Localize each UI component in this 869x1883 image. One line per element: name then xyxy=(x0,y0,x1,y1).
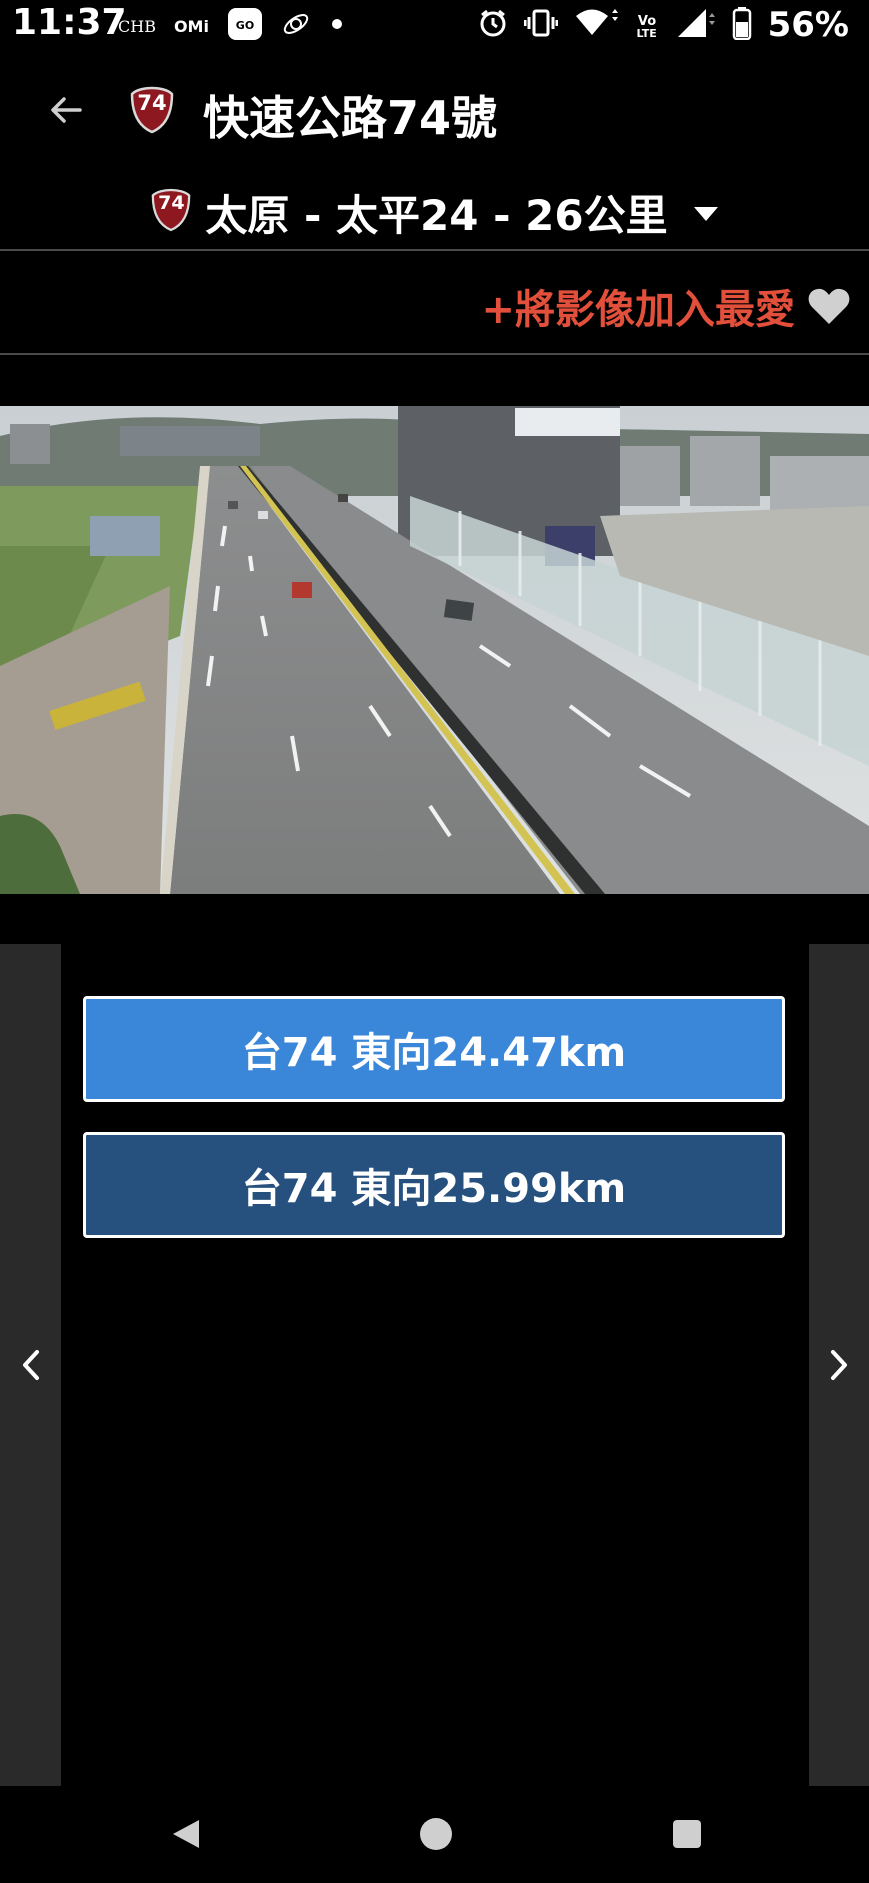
carrier-label-chb: CHB xyxy=(118,16,156,36)
status-bar: 11:37 CHB OMi GO Vo LTE 56% xyxy=(0,0,869,50)
route-shield-icon: 74 xyxy=(151,188,191,236)
section-selector-dropdown[interactable]: 74 太原 - 太平24 - 26公里 xyxy=(0,176,869,248)
volte-icon: Vo LTE xyxy=(634,12,660,39)
triangle-back-icon xyxy=(173,1820,199,1848)
add-favorite-button[interactable]: +將影像加入最愛 xyxy=(481,276,851,336)
chevron-left-icon xyxy=(22,1350,39,1380)
divider xyxy=(0,249,869,251)
camera-button[interactable]: 台74 東向25.99km xyxy=(83,1132,785,1238)
app-bar: 74 快速公路74號 xyxy=(0,60,869,160)
system-icons: Vo LTE 56% xyxy=(478,4,849,46)
page-title: 快速公路74號 xyxy=(203,91,498,145)
arrow-left-icon xyxy=(51,97,82,123)
divider xyxy=(0,353,869,355)
signal-icon xyxy=(676,7,716,43)
alarm-icon xyxy=(478,8,508,42)
back-button[interactable] xyxy=(38,82,94,138)
camera-list: 台74 東向24.47km 台74 東向25.99km xyxy=(83,996,785,1268)
status-time: 11:37 xyxy=(12,2,127,43)
caret-down-icon xyxy=(693,207,718,221)
route-badge-number: 74 xyxy=(137,91,167,115)
wifi-icon xyxy=(574,7,618,43)
traffic-camera-image xyxy=(0,406,869,894)
chevron-right-icon xyxy=(831,1350,847,1380)
notification-icons: CHB OMi GO xyxy=(118,8,345,44)
heart-icon xyxy=(808,288,850,324)
satellite-icon xyxy=(281,9,311,43)
system-home-button[interactable] xyxy=(414,1812,458,1856)
vibrate-icon xyxy=(523,8,559,42)
previous-button[interactable] xyxy=(0,944,61,1786)
system-back-button[interactable] xyxy=(164,1812,208,1856)
next-button[interactable] xyxy=(809,944,869,1786)
section-label: 太原 - 太平24 - 26公里 xyxy=(205,190,668,240)
system-navigation-bar xyxy=(0,1786,869,1883)
system-recents-button[interactable] xyxy=(665,1812,709,1856)
svg-text:GO: GO xyxy=(236,19,254,32)
svg-text:Vo: Vo xyxy=(637,14,655,28)
battery-icon xyxy=(732,6,752,44)
add-favorite-label: +將影像加入最愛 xyxy=(481,287,795,333)
route-shield-icon: 74 xyxy=(130,86,174,138)
notification-dot-icon xyxy=(329,16,345,36)
circle-home-icon xyxy=(420,1818,452,1850)
route-badge-number: 74 xyxy=(158,192,185,214)
camera-button[interactable]: 台74 東向24.47km xyxy=(83,996,785,1102)
battery-percent: 56% xyxy=(767,5,849,45)
square-recents-icon xyxy=(673,1820,701,1848)
carrier-label-omi: OMi xyxy=(173,16,209,36)
network-type-label: LTE xyxy=(636,26,657,40)
gogoro-app-icon: GO xyxy=(227,7,263,45)
